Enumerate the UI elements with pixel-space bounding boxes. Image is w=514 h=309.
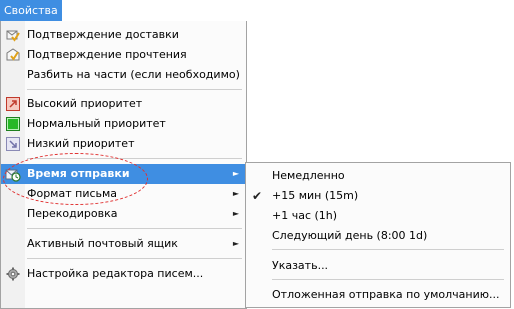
high-priority-icon <box>6 97 20 111</box>
submenu-arrow-icon: ► <box>232 189 239 198</box>
read-receipt-icon <box>6 48 20 62</box>
submenu-item-label: +15 мин (15m) <box>272 189 359 202</box>
menu-item-encoding[interactable]: Перекодировка ► <box>1 204 246 224</box>
menu-separator <box>27 89 242 90</box>
menu-item-label: Время отправки <box>27 167 130 180</box>
submenu-item-1-hour[interactable]: +1 час (1h) <box>246 206 510 226</box>
menu-item-label: Формат письма <box>27 187 118 200</box>
menu-item-label: Активный почтовый ящик <box>27 237 178 250</box>
menu-item-active-mailbox[interactable]: Активный почтовый ящик ► <box>1 234 246 254</box>
menu-item-label: Подтверждение доставки <box>27 28 179 41</box>
checkmark-icon: ✔ <box>252 189 263 203</box>
normal-priority-icon <box>6 117 20 131</box>
menu-separator <box>27 258 242 259</box>
menu-item-label: Разбить на части (если необходимо) <box>27 68 240 81</box>
submenu-item-specify[interactable]: Указать... <box>246 256 510 276</box>
menu-item-delivery-receipt[interactable]: Подтверждение доставки <box>1 25 246 45</box>
menu-item-low-priority[interactable]: Низкий приоритет <box>1 134 246 154</box>
submenu-item-label: Следующий день (8:00 1d) <box>272 229 428 242</box>
properties-menu: Подтверждение доставки Подтверждение про… <box>0 21 247 309</box>
submenu-item-label: +1 час (1h) <box>272 209 338 222</box>
submenu-separator <box>272 279 504 280</box>
submenu-item-15-min[interactable]: ✔ +15 мин (15m) <box>246 186 510 206</box>
menu-separator <box>27 158 242 159</box>
submenu-separator <box>272 249 504 250</box>
submenu-arrow-icon: ► <box>232 209 239 218</box>
menu-item-label: Подтверждение прочтения <box>27 48 187 61</box>
submenu-item-label: Отложенная отправка по умолчанию... <box>272 288 500 301</box>
submenu-item-next-day[interactable]: Следующий день (8:00 1d) <box>246 226 510 246</box>
menu-item-label: Низкий приоритет <box>27 137 135 150</box>
menu-item-split[interactable]: Разбить на части (если необходимо) <box>1 65 246 85</box>
menu-item-send-time[interactable]: Время отправки ► <box>1 164 246 184</box>
delivery-receipt-icon <box>6 28 20 42</box>
send-time-submenu: Немедленно ✔ +15 мин (15m) +1 час (1h) С… <box>245 162 511 308</box>
menu-item-label: Высокий приоритет <box>27 97 143 110</box>
menu-item-label: Настройка редактора писем... <box>27 267 204 280</box>
menu-separator <box>27 228 242 229</box>
menu-item-message-format[interactable]: Формат письма ► <box>1 184 246 204</box>
send-time-icon <box>5 166 21 182</box>
gear-icon <box>6 267 20 281</box>
menu-item-label: Нормальный приоритет <box>27 117 166 130</box>
menu-item-normal-priority[interactable]: Нормальный приоритет <box>1 114 246 134</box>
submenu-item-default-delayed-send[interactable]: Отложенная отправка по умолчанию... <box>246 285 510 305</box>
menu-item-label: Перекодировка <box>27 207 118 220</box>
submenu-item-label: Указать... <box>272 259 329 272</box>
menu-item-read-receipt[interactable]: Подтверждение прочтения <box>1 45 246 65</box>
submenu-arrow-icon: ► <box>232 239 239 248</box>
submenu-item-immediately[interactable]: Немедленно <box>246 166 510 186</box>
menubar-item-properties[interactable]: Свойства <box>0 0 62 21</box>
submenu-arrow-icon: ► <box>232 169 239 178</box>
menu-item-editor-settings[interactable]: Настройка редактора писем... <box>1 264 246 284</box>
low-priority-icon <box>6 137 20 151</box>
submenu-item-label: Немедленно <box>272 169 345 182</box>
menu-item-high-priority[interactable]: Высокий приоритет <box>1 94 246 114</box>
